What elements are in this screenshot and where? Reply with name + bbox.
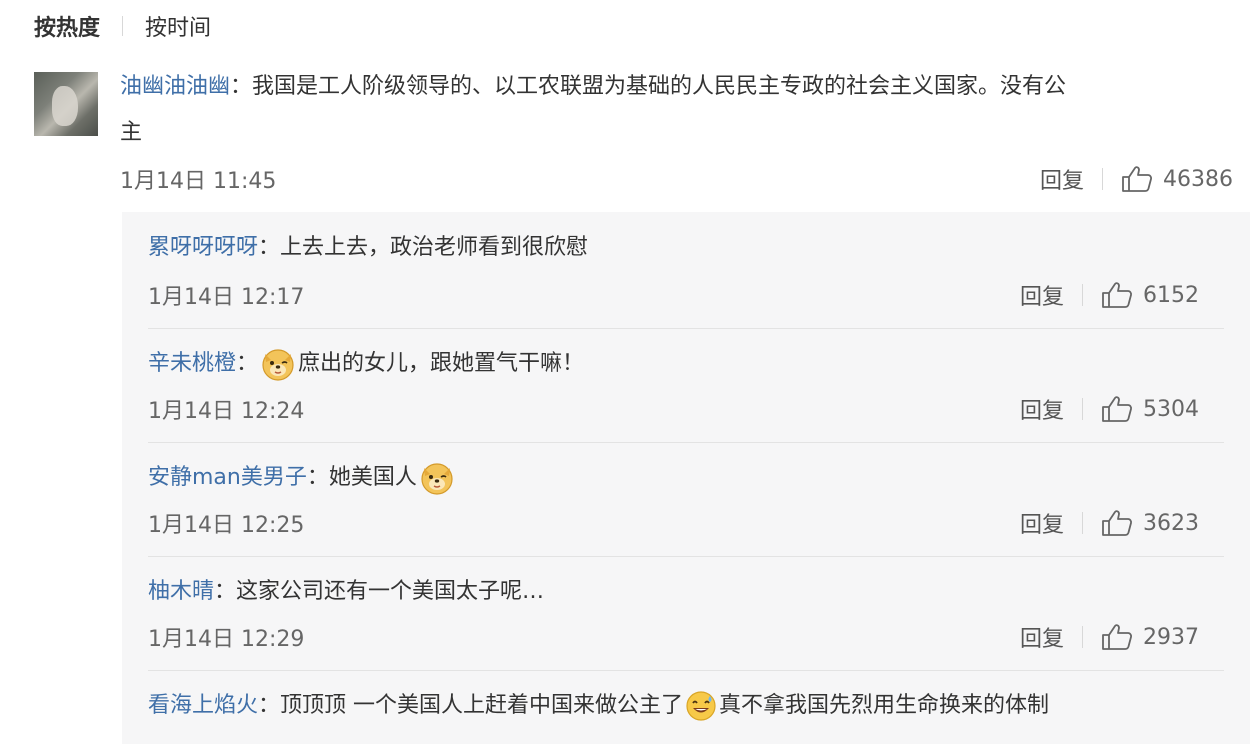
- reply-meta: 1月14日 12:24: [148, 392, 304, 426]
- reply-time: 1月14日 12:29: [148, 627, 305, 652]
- reply-body: 真不拿我国先烈用生命换来的体制: [719, 693, 1050, 718]
- avatar[interactable]: [34, 72, 98, 136]
- reply-username[interactable]: 安静man美男子: [148, 458, 307, 498]
- thumbs-up-icon[interactable]: [1121, 165, 1153, 193]
- reply-username[interactable]: 柚木晴: [148, 572, 214, 612]
- reply-item: 安静man美男子：她美国人: [148, 458, 1228, 498]
- replies-panel: 累呀呀呀呀：上去上去，政治老师看到很欣慰 1月14日 12:17 回复 6152…: [122, 212, 1250, 744]
- reply-item: 柚木晴：这家公司还有一个美国太子呢…: [148, 572, 1228, 612]
- reply-separator: ：: [258, 693, 281, 718]
- reply-time: 1月14日 12:24: [148, 399, 305, 424]
- reply-actions: 回复 5304: [1020, 392, 1199, 426]
- main-comment-separator: ：: [230, 74, 253, 99]
- action-divider: [1082, 626, 1084, 648]
- reply-divider: [148, 328, 1224, 329]
- reply-body: 庶出的女儿，跟她置气干嘛！: [298, 351, 585, 376]
- reply-separator: ：: [214, 579, 237, 604]
- reply-body: 她美国人: [328, 465, 417, 490]
- reply-actions: 回复 6152: [1020, 278, 1199, 312]
- reply-username[interactable]: 累呀呀呀呀: [148, 228, 258, 268]
- laugh-sweat-emoji-icon: [685, 690, 717, 722]
- main-comment-text: 油幽油油幽：我国是工人阶级领导的、以工农联盟为基础的人民民主专政的社会主义国家。…: [120, 64, 1250, 156]
- action-divider: [1082, 284, 1084, 306]
- main-comment-body-line1: 我国是工人阶级领导的、以工农联盟为基础的人民民主专政的社会主义国家。没有公: [252, 74, 1067, 99]
- doge-emoji-icon: [419, 460, 455, 496]
- action-divider: [1082, 398, 1084, 420]
- reply-time: 1月14日 12:25: [148, 513, 305, 538]
- reply-like-count: 2937: [1143, 624, 1200, 650]
- reply-button[interactable]: 回复: [1020, 279, 1064, 311]
- main-comment-reply-button[interactable]: 回复: [1040, 163, 1084, 195]
- reply-separator: ：: [236, 351, 259, 376]
- doge-emoji-icon: [260, 346, 296, 382]
- reply-item: 看海上焰火：顶顶顶 一个美国人上赶着中国来做公主了 真不拿我国先烈用生命换来的体…: [148, 686, 1228, 726]
- reply-meta: 1月14日 12:29: [148, 620, 304, 654]
- thumbs-up-icon[interactable]: [1101, 281, 1133, 309]
- reply-text: 柚木晴：这家公司还有一个美国太子呢…: [148, 572, 1228, 612]
- reply-meta: 1月14日 12:25: [148, 506, 304, 540]
- main-comment-meta: 1月14日 11:45: [120, 162, 276, 196]
- reply-meta: 1月14日 12:17: [148, 278, 304, 312]
- reply-like-count: 5304: [1143, 396, 1200, 422]
- reply-item: 累呀呀呀呀：上去上去，政治老师看到很欣慰: [148, 228, 1228, 268]
- avatar-image: [52, 86, 78, 126]
- reply-separator: ：: [306, 465, 329, 490]
- reply-divider: [148, 442, 1224, 443]
- reply-item: 辛未桃橙： 庶出的女儿，跟她置气干嘛！: [148, 344, 1228, 384]
- reply-button[interactable]: 回复: [1020, 507, 1064, 539]
- reply-text: 辛未桃橙： 庶出的女儿，跟她置气干嘛！: [148, 344, 1228, 384]
- reply-divider: [148, 556, 1224, 557]
- reply-body: 这家公司还有一个美国太子呢…: [236, 579, 545, 604]
- reply-divider: [148, 670, 1224, 671]
- main-comment-username[interactable]: 油幽油油幽: [120, 74, 230, 99]
- reply-username[interactable]: 看海上焰火: [148, 686, 258, 726]
- reply-like-count: 3623: [1143, 510, 1200, 536]
- thumbs-up-icon[interactable]: [1101, 395, 1133, 423]
- weibo-comments-page: 按热度 按时间 油幽油油幽：我国是工人阶级领导的、以工农联盟为基础的人民民主专政…: [0, 0, 1256, 744]
- reply-username[interactable]: 辛未桃橙: [148, 344, 236, 384]
- sort-bar: 按热度 按时间: [34, 8, 211, 44]
- main-comment-time: 1月14日 11:45: [120, 169, 277, 194]
- reply-actions: 回复 2937: [1020, 620, 1199, 654]
- reply-text: 累呀呀呀呀：上去上去，政治老师看到很欣慰: [148, 228, 1228, 268]
- reply-time: 1月14日 12:17: [148, 285, 305, 310]
- action-divider: [1102, 168, 1104, 190]
- thumbs-up-icon[interactable]: [1101, 509, 1133, 537]
- reply-body: 上去上去，政治老师看到很欣慰: [280, 235, 589, 260]
- reply-body: 顶顶顶 一个美国人上赶着中国来做公主了: [280, 693, 684, 718]
- reply-button[interactable]: 回复: [1020, 621, 1064, 653]
- reply-actions: 回复 3623: [1020, 506, 1199, 540]
- reply-button[interactable]: 回复: [1020, 393, 1064, 425]
- action-divider: [1082, 512, 1084, 534]
- reply-like-count: 6152: [1143, 282, 1200, 308]
- sort-divider: [122, 16, 124, 36]
- reply-separator: ：: [258, 235, 281, 260]
- reply-text: 看海上焰火：顶顶顶 一个美国人上赶着中国来做公主了 真不拿我国先烈用生命换来的体…: [148, 686, 1228, 726]
- main-comment-like-count: 46386: [1163, 166, 1234, 192]
- main-comment-body-line2: 主: [120, 120, 143, 145]
- thumbs-up-icon[interactable]: [1101, 623, 1133, 651]
- sort-by-time-tab[interactable]: 按时间: [145, 10, 211, 42]
- reply-text: 安静man美男子：她美国人: [148, 458, 1228, 498]
- main-comment-actions: 回复 46386: [1040, 162, 1233, 196]
- sort-by-hot-tab[interactable]: 按热度: [34, 10, 100, 42]
